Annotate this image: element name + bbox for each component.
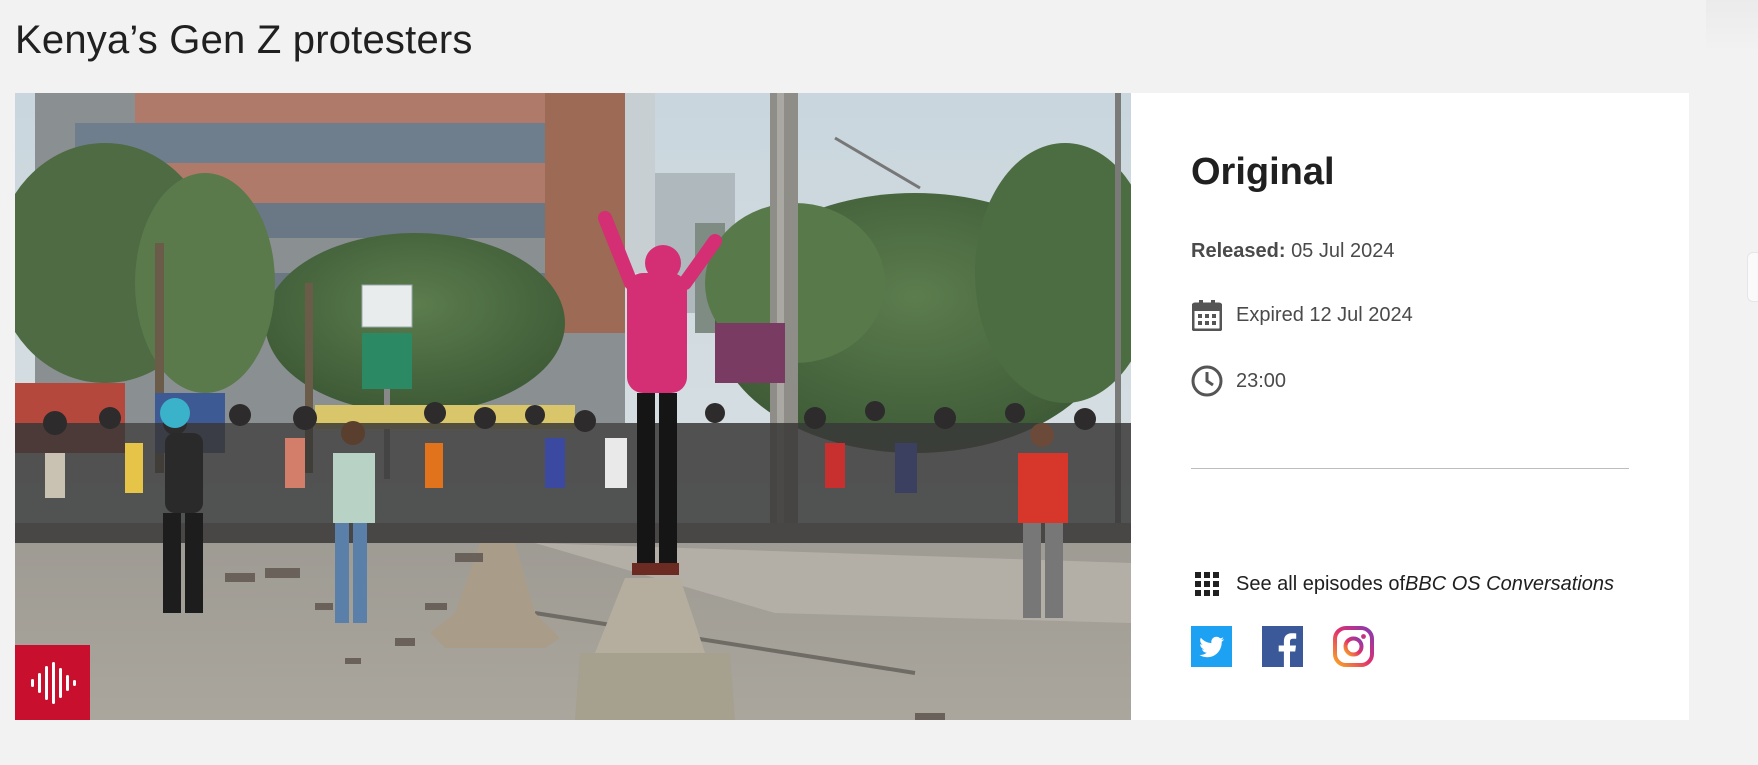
see-all-episodes-prefix: See all episodes of <box>1236 572 1406 595</box>
twitter-link[interactable] <box>1191 626 1232 667</box>
side-panel-edge <box>1706 0 1758 54</box>
divider <box>1191 468 1629 469</box>
clock-icon <box>1191 365 1223 397</box>
episode-info: Original Released: 05 Jul 2024 Expired 1… <box>1191 93 1661 720</box>
instagram-link[interactable] <box>1333 626 1374 667</box>
duration-row: 23:00 <box>1191 365 1286 397</box>
twitter-icon <box>1191 626 1232 667</box>
availability-row: Expired 12 Jul 2024 <box>1191 299 1413 331</box>
release-date: Released: 05 Jul 2024 <box>1191 240 1394 263</box>
see-all-episodes-link[interactable]: See all episodes of BBC OS Conversations <box>1191 568 1614 600</box>
facebook-icon <box>1262 626 1303 667</box>
episode-image <box>15 93 1131 720</box>
release-label: Released: <box>1191 240 1286 262</box>
release-value: 05 Jul 2024 <box>1291 240 1395 262</box>
availability-text: Expired 12 Jul 2024 <box>1236 303 1413 326</box>
programme-brand-name: BBC OS Conversations <box>1405 572 1614 595</box>
page-title: Kenya’s Gen Z protesters <box>15 18 473 62</box>
side-panel-handle[interactable] <box>1747 252 1758 302</box>
grid-icon <box>1191 568 1223 600</box>
audio-waveform-icon <box>30 661 76 704</box>
social-share-links <box>1191 626 1404 667</box>
facebook-link[interactable] <box>1262 626 1303 667</box>
episode-card: Original Released: 05 Jul 2024 Expired 1… <box>15 93 1689 720</box>
calendar-icon <box>1191 299 1223 331</box>
version-title: Original <box>1191 151 1335 193</box>
audio-badge <box>15 645 90 720</box>
instagram-icon <box>1333 626 1374 667</box>
duration-text: 23:00 <box>1236 369 1287 392</box>
